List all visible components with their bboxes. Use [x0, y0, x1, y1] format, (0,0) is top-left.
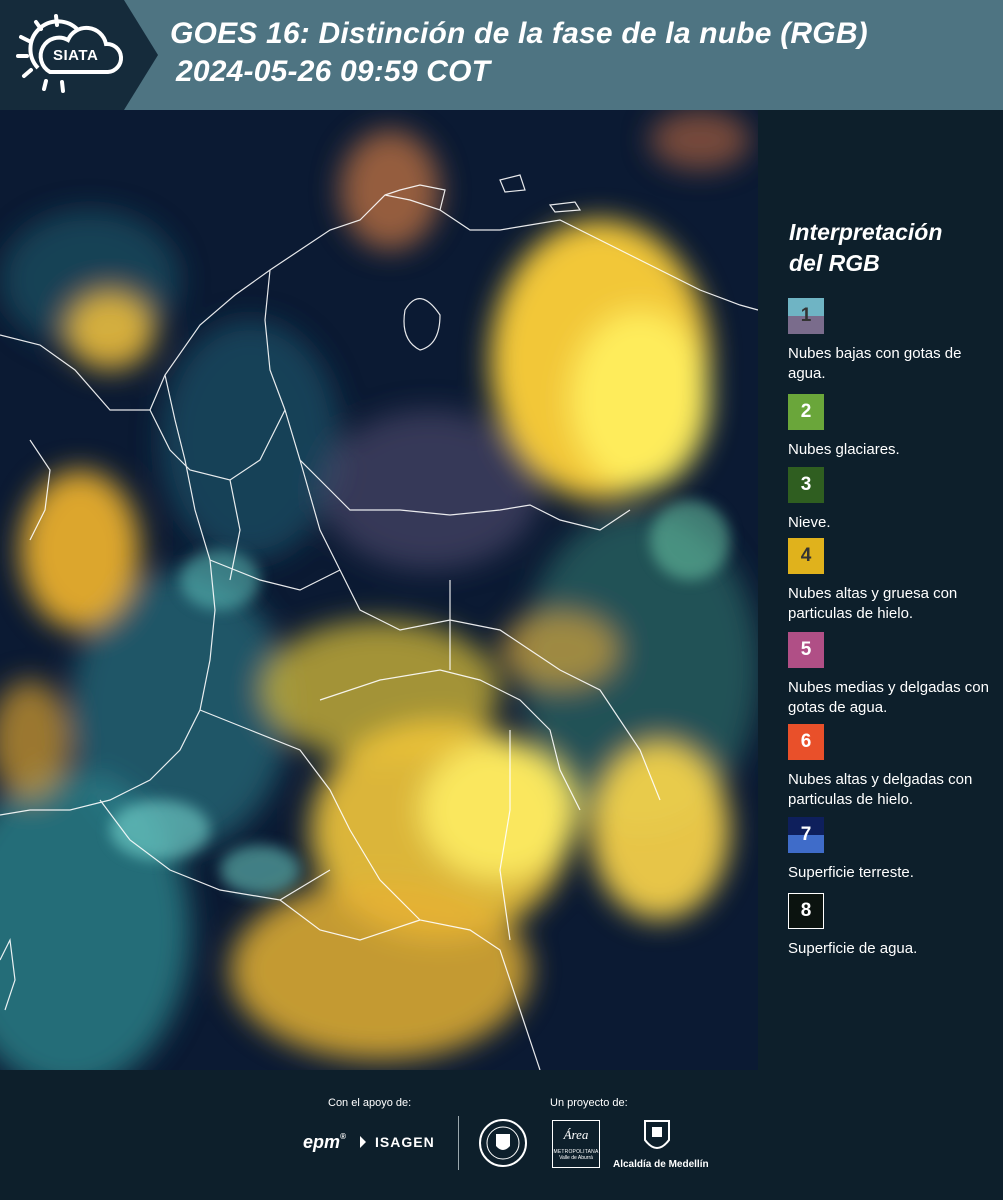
- satellite-map: [0, 110, 758, 1070]
- legend-swatch-6: 6: [788, 724, 824, 760]
- legend-label-3: Nieve.: [788, 514, 831, 531]
- isagen-logo: ISAGEN: [360, 1134, 435, 1150]
- alcaldia-label: Alcaldía de Medellín: [613, 1159, 709, 1170]
- legend-label-1: Nubes bajas con gotas de agua.: [788, 345, 962, 382]
- legend-label-7: Superficie terreste.: [788, 864, 914, 881]
- legend-swatch-7: 7: [788, 817, 824, 853]
- legend-swatch-5: 5: [788, 632, 824, 668]
- support-label: Con el apoyo de:: [328, 1097, 412, 1109]
- legend-panel: Interpretación del RGB 1 Nubes bajas con…: [758, 110, 1003, 1070]
- page-title: GOES 16: Distinción de la fase de la nub…: [170, 17, 868, 50]
- legend-swatch-8: 8: [788, 893, 824, 929]
- logo-text: SIATA: [53, 47, 99, 64]
- isagen-icon: [360, 1136, 372, 1148]
- medellin-seal-icon: [478, 1118, 528, 1168]
- alcaldia-shield-icon: [642, 1118, 672, 1156]
- legend-label-8: Superficie de agua.: [788, 940, 918, 957]
- legend-label-4: Nubes altas y gruesa con particulas de h…: [788, 585, 958, 622]
- siata-logo: SIATA: [0, 0, 158, 110]
- legend-swatch-4: 4: [788, 538, 824, 574]
- legend-swatch-3: 3: [788, 467, 824, 503]
- page-timestamp: 2024-05-26 09:59 COT: [176, 55, 491, 88]
- legend-label-6: Nubes altas y delgadas con particulas de…: [788, 771, 973, 808]
- footer-divider: [458, 1116, 459, 1170]
- area-metropolitana-logo: Área METROPOLITANA Valle de Aburrá: [552, 1120, 600, 1168]
- header: SIATA GOES 16: Distinción de la fase de …: [0, 0, 1003, 110]
- legend-swatch-1: 1: [788, 298, 824, 334]
- legend-label-2: Nubes glaciares.: [788, 441, 900, 458]
- legend-title: Interpretación del RGB: [789, 219, 943, 276]
- legend-label-5: Nubes medias y delgadas con gotas de agu…: [788, 679, 989, 716]
- project-label: Un proyecto de:: [550, 1097, 628, 1109]
- footer: Con el apoyo de: Un proyecto de: epm® IS…: [0, 1070, 1003, 1200]
- epm-logo: epm®: [303, 1132, 346, 1152]
- legend-swatch-2: 2: [788, 394, 824, 430]
